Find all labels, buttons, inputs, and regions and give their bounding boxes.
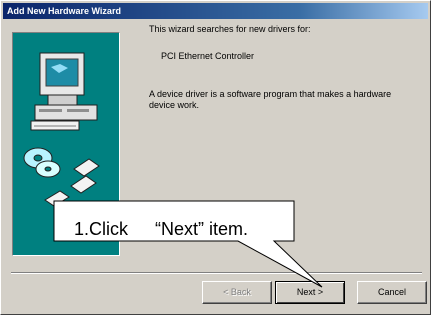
next-button[interactable]: Next > (275, 281, 345, 304)
callout-text: 1.Click “Next” item. (74, 217, 284, 241)
callout-target-text: “Next” item. (155, 219, 249, 239)
add-new-hardware-wizard-window: Add New Hardware Wizard This wizard sear… (0, 0, 431, 315)
cancel-button[interactable]: Cancel (357, 281, 427, 304)
footer-separator (11, 272, 422, 274)
device-name-text: PCI Ethernet Controller (161, 51, 255, 61)
driver-description-text: A device driver is a software program th… (149, 89, 392, 110)
back-button[interactable]: < Back (202, 281, 272, 304)
window-title: Add New Hardware Wizard (3, 3, 428, 19)
wizard-intro-text: This wizard searches for new drivers for… (149, 24, 311, 34)
callout-step-text: 1.Click (74, 219, 129, 239)
